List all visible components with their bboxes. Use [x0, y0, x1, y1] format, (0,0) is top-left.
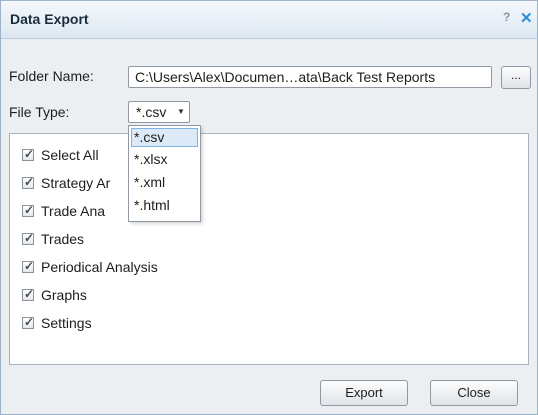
checkbox-label: Graphs — [41, 287, 87, 303]
checkbox[interactable]: ✓ — [22, 147, 35, 161]
help-icon[interactable]: ? — [503, 10, 510, 24]
check-icon: ✓ — [24, 147, 35, 161]
close-button[interactable]: Close — [430, 380, 518, 406]
data-export-dialog: Data Export ? ✕ Folder Name: C:\Users\Al… — [0, 0, 538, 415]
checkbox[interactable]: ✓ — [22, 203, 35, 217]
file-type-dropdown-list: *.csv *.xlsx *.xml *.html — [128, 125, 201, 222]
checkbox-label: Trades — [41, 231, 85, 247]
checkbox-label: Settings — [41, 315, 92, 331]
folder-path-field[interactable]: C:\Users\Alex\Documen…ata\Back Test Repo… — [128, 66, 492, 88]
checkbox[interactable]: ✓ — [22, 259, 35, 273]
checkbox-label: Select All — [41, 147, 99, 163]
checkbox-label: Strategy Ar — [41, 175, 111, 191]
check-icon: ✓ — [24, 203, 35, 217]
checkbox-label: Trade Ana — [41, 203, 106, 219]
folder-name-label: Folder Name: — [9, 68, 94, 84]
check-icon: ✓ — [24, 287, 35, 301]
file-type-label: File Type: — [9, 104, 70, 120]
close-icon[interactable]: ✕ — [520, 9, 533, 27]
chevron-down-icon[interactable]: ▼ — [177, 104, 185, 120]
checkbox[interactable]: ✓ — [22, 287, 35, 301]
check-icon: ✓ — [24, 231, 35, 245]
export-button[interactable]: Export — [320, 380, 408, 406]
check-icon: ✓ — [24, 175, 35, 189]
checkbox[interactable]: ✓ — [22, 175, 35, 189]
browse-button[interactable]: ... — [501, 66, 531, 89]
dropdown-option-xlsx[interactable]: *.xlsx — [131, 150, 198, 169]
dialog-title: Data Export — [10, 11, 89, 27]
check-icon: ✓ — [24, 259, 35, 273]
dropdown-option-html[interactable]: *.html — [131, 196, 198, 215]
checkbox-label: Periodical Analysis — [41, 259, 158, 275]
dropdown-option-csv[interactable]: *.csv — [131, 128, 198, 147]
check-icon: ✓ — [24, 315, 35, 329]
checkbox[interactable]: ✓ — [22, 315, 35, 329]
title-bar[interactable]: Data Export ? ✕ — [1, 1, 537, 39]
dropdown-option-xml[interactable]: *.xml — [131, 173, 198, 192]
checkbox[interactable]: ✓ — [22, 231, 35, 245]
